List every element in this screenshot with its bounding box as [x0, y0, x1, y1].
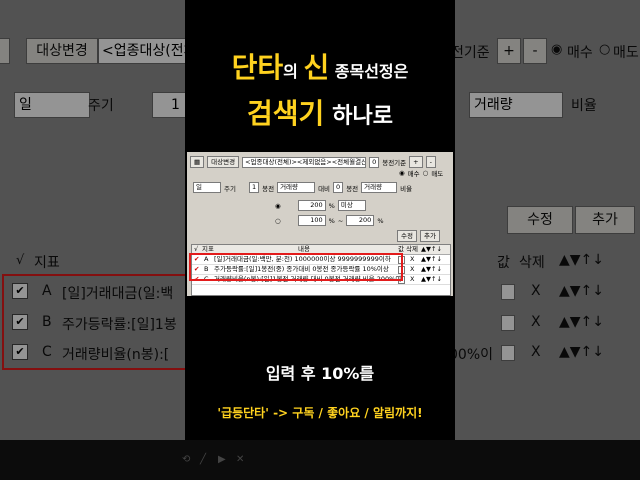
option-radio-1-icon[interactable]: ◉	[275, 202, 281, 210]
video-center-column: 단타의 신 종목선정은 검색기 하나로 ▦ 대상변경 <업종대상(전체)><제외없…	[185, 0, 455, 440]
row-delete[interactable]: X	[410, 275, 414, 284]
bong-label: 봉전	[262, 184, 275, 193]
search-toolbar: ▦ 대상변경 <업종대상(전체)><제외없음><전체월결산> 0 봉전기준 + …	[190, 156, 436, 168]
replay-icon[interactable]: ⟲	[182, 454, 190, 465]
headline-one: 하나로	[332, 104, 393, 129]
headline-selection: 종목선정은	[329, 62, 409, 81]
condition-row-3: ○ 100 % ~ 200 %	[275, 215, 384, 226]
headline-ui: 의	[283, 62, 304, 81]
row-controls[interactable]: ▲▼↑↓	[421, 275, 442, 284]
header-delete: 삭제	[406, 245, 418, 253]
from-unit: %	[328, 216, 335, 225]
row-delete[interactable]: X	[410, 265, 414, 274]
play-icon[interactable]: ▶	[218, 454, 226, 465]
headline-searcher: 검색기	[246, 97, 325, 130]
condition-row-1: 일 주기 1 봉전 거래량 대비 0 봉전 거래량 비율	[193, 182, 412, 193]
basis-number-field[interactable]: 0	[369, 156, 380, 168]
period-select[interactable]: 일	[193, 182, 221, 193]
add-button[interactable]: 추가	[419, 230, 440, 242]
sell-label: 매도	[431, 170, 444, 178]
minus-button[interactable]: -	[425, 156, 436, 168]
background-dim-overlay	[0, 0, 185, 440]
edit-add-buttons: 수정 추가	[397, 230, 440, 242]
headline-danta: 단타	[231, 51, 284, 84]
to-unit: %	[377, 216, 384, 225]
n2-field[interactable]: 0	[333, 182, 344, 193]
search-window-screenshot: ▦ 대상변경 <업종대상(전체)><제외없음><전체월결산> 0 봉전기준 + …	[187, 152, 453, 296]
edit-icon[interactable]: ╱	[200, 454, 206, 465]
buy-radio-icon[interactable]: ◉	[399, 169, 405, 177]
plus-button[interactable]: +	[409, 156, 423, 168]
player-control-bar: ⟲ ╱ ▶ ✕	[0, 440, 640, 480]
row-controls[interactable]: ▲▼↑↓	[421, 255, 442, 264]
n-field[interactable]: 1	[248, 182, 260, 193]
background-dim-overlay-right	[455, 0, 640, 440]
caption-instruction: 입력 후 10%를	[265, 364, 375, 383]
row-controls[interactable]: ▲▼↑↓	[421, 265, 442, 274]
row-delete[interactable]: X	[410, 255, 414, 264]
basis-label: 봉전기준	[382, 159, 407, 167]
toolbar-icon[interactable]: ▦	[190, 156, 205, 168]
period-label: 주기	[224, 184, 236, 193]
ratio-label: 비율	[400, 184, 413, 193]
value-field[interactable]: 200	[297, 200, 326, 211]
caption-subscribe: '급등단타' -> 구독 / 좋아요 / 알림까지!	[217, 406, 423, 420]
headline-line-1: 단타의 신 종목선정은	[185, 46, 455, 86]
range-tilde: ~	[337, 216, 344, 225]
background-window-left: 대상변경 <업종대상(전체 일 주기 1 √ 지표 ✔ A [일]거래대금(일:…	[0, 0, 185, 440]
buy-label: 매수	[407, 170, 420, 178]
target-change-button[interactable]: 대상변경	[207, 156, 240, 168]
buy-sell-radios: ◉ 매수 ○ 매도	[399, 168, 443, 178]
target-field: <업종대상(전체)><제외없음><전체월결산>	[242, 156, 367, 168]
highlight-frame	[189, 253, 403, 281]
sell-radio-icon[interactable]: ○	[423, 169, 429, 177]
metric2-select[interactable]: 거래량	[361, 182, 398, 193]
condition-row-2: ◉ 200 % 미상	[275, 200, 366, 211]
close-icon[interactable]: ✕	[236, 454, 244, 465]
headline-line-2: 검색기 하나로	[185, 92, 455, 132]
bong2-label: 봉전	[346, 184, 359, 193]
compare-label: 대비	[318, 184, 331, 193]
operator-select[interactable]: 미상	[337, 200, 366, 211]
edit-button[interactable]: 수정	[397, 230, 417, 242]
value-unit: %	[328, 201, 335, 210]
headline-sin: 신	[303, 51, 330, 84]
option-radio-2-icon[interactable]: ○	[275, 217, 281, 225]
from-field[interactable]: 100	[297, 215, 326, 226]
to-field[interactable]: 200	[346, 215, 375, 226]
header-controls: ▲▼↑↓	[421, 245, 442, 253]
background-window-right: 전기준 + - ◉ 매수 ○ 매도 거래량 비율 수정 추가 값 삭제 ▲▼↑↓…	[455, 0, 640, 440]
metric-select[interactable]: 거래량	[277, 182, 316, 193]
